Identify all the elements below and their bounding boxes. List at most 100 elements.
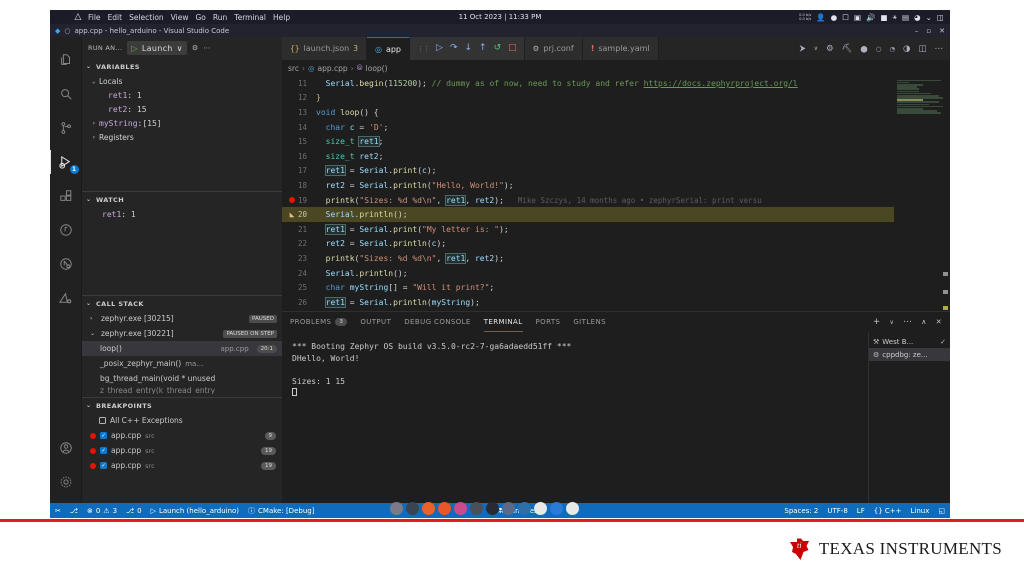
variables-group-locals[interactable]: ⌄ Locals xyxy=(82,74,282,88)
grip-icon[interactable]: ⋮⋮ xyxy=(417,45,430,53)
continue-button[interactable]: ▷ xyxy=(436,44,443,53)
section-watch-header[interactable]: ⌄ WATCH xyxy=(82,192,282,207)
breakpoint-row[interactable]: ✓ app.cpp src 19 xyxy=(82,458,282,473)
terminal-dropdown-button[interactable]: ∨ xyxy=(890,319,895,326)
variables-group-registers[interactable]: › Registers xyxy=(82,130,282,144)
step-over-button[interactable]: ↷ xyxy=(450,44,458,53)
status-language-mode[interactable]: {} C++ xyxy=(874,507,902,515)
menu-go[interactable]: Go xyxy=(195,13,205,22)
tab-launch-json[interactable]: {} launch.json 3 xyxy=(282,37,367,60)
menu-view[interactable]: View xyxy=(171,13,189,22)
coverage-icon[interactable]: ◑ xyxy=(903,44,910,54)
taskbar-app-icon[interactable] xyxy=(438,501,451,515)
callstack-frame[interactable]: _posix_zephyr_main() ma… xyxy=(82,356,282,371)
taskbar-app-icon[interactable] xyxy=(550,501,563,515)
checkbox-icon[interactable] xyxy=(99,417,106,424)
taskbar-app-icon[interactable] xyxy=(502,501,515,515)
code-line[interactable]: 16 size_t ret2; xyxy=(282,149,894,164)
tab-output[interactable]: OUTPUT xyxy=(360,312,391,332)
more-actions-icon[interactable]: ⋯ xyxy=(935,44,944,54)
variable-ret2[interactable]: ret2: 15 xyxy=(82,102,282,116)
close-button[interactable]: ✕ xyxy=(939,27,945,35)
section-breakpoints-header[interactable]: ⌄ BREAKPOINTS xyxy=(82,398,282,413)
close-panel-button[interactable]: ✕ xyxy=(936,318,942,326)
battery-icon[interactable]: ■ xyxy=(880,13,887,22)
menu-help[interactable]: Help xyxy=(273,13,290,22)
callstack-thread[interactable]: › zephyr.exe [30215] PAUSED xyxy=(82,311,282,326)
activity-item-platformio[interactable] xyxy=(50,281,82,315)
callstack-frame[interactable]: loop() app.cpp 20:1 xyxy=(82,341,282,356)
arch-linux-icon[interactable]: △ xyxy=(72,11,84,23)
code-line[interactable]: 11 Serial.begin(115200); // dummy as of … xyxy=(282,76,894,91)
code-line[interactable]: 23 printk("Sizes: %d %d\n", ret1, ret2); xyxy=(282,251,894,266)
taskbar-app-icon[interactable] xyxy=(534,501,547,515)
code-line[interactable]: 18 ret2 = Serial.println("Hello, World!"… xyxy=(282,178,894,193)
menu-edit[interactable]: Edit xyxy=(108,13,123,22)
tab-terminal[interactable]: TERMINAL xyxy=(483,312,523,332)
new-terminal-button[interactable]: + xyxy=(873,317,881,327)
section-variables-header[interactable]: ⌄ VARIABLES xyxy=(82,59,282,74)
code-lines[interactable]: 11 Serial.begin(115200); // dummy as of … xyxy=(282,76,894,311)
edit-breakpoint-icon[interactable]: ◔ xyxy=(889,45,895,53)
menu-file[interactable]: File xyxy=(88,13,101,22)
checkbox-icon[interactable]: ✓ xyxy=(100,432,107,439)
code-line[interactable]: 12} xyxy=(282,91,894,106)
terminal-output[interactable]: *** Booting Zephyr OS build v3.5.0-rc2-7… xyxy=(282,332,868,503)
stop-button[interactable]: □ xyxy=(508,44,517,53)
launch-config-dropdown[interactable]: ▷ Launch ∨ xyxy=(127,41,187,55)
restart-button[interactable]: ↺ xyxy=(494,44,502,53)
clipboard-icon[interactable]: ▣ xyxy=(854,13,861,22)
minimize-button[interactable]: – xyxy=(915,27,919,35)
minimap-scrollbar[interactable] xyxy=(943,76,948,311)
activity-item-explorer[interactable] xyxy=(50,43,82,77)
code-line[interactable]: ◣ 20 Serial.println(); xyxy=(282,207,894,222)
breadcrumb-folder[interactable]: src xyxy=(288,64,299,73)
code-line[interactable]: 24 Serial.println(); xyxy=(282,266,894,281)
status-branch[interactable]: ⎇ xyxy=(70,507,78,515)
status-indentation[interactable]: Spaces: 2 xyxy=(784,507,818,515)
step-out-button[interactable]: ↑ xyxy=(479,44,487,53)
window-controls[interactable]: – ▫ ✕ xyxy=(915,27,945,35)
code-line[interactable]: 19 printk("Sizes: %d %d\n", ret1, ret2);… xyxy=(282,193,894,208)
volume-icon[interactable]: 🔊 xyxy=(866,13,875,22)
taskbar-app-icon[interactable] xyxy=(486,501,499,515)
os-taskbar-icons[interactable] xyxy=(390,500,579,516)
taskbar-app-icon[interactable] xyxy=(422,501,435,515)
debug-settings-gear-icon[interactable]: ⚙ xyxy=(192,44,199,52)
activity-item-extensions[interactable] xyxy=(50,179,82,213)
status-launch-config[interactable]: ▷ Launch (hello_arduino) xyxy=(151,507,239,515)
callstack-frame[interactable]: z_thread_entry(k_thread_entry xyxy=(82,386,282,394)
tab-prj-conf[interactable]: ⚙ prj.conf xyxy=(524,37,583,60)
shield-icon[interactable]: ● xyxy=(831,13,838,22)
taskbar-app-icon[interactable] xyxy=(406,501,419,515)
os-menu-bar[interactable]: File Edit Selection View Go Run Terminal… xyxy=(88,13,290,22)
os-system-tray[interactable]: 0.0 b/s 0.0 b/s 👤 ● ☐ ▣ 🔊 ■ ⚹ ▤ ◕ ⌄ ◫ xyxy=(799,12,944,22)
activity-item-testing[interactable] xyxy=(50,213,82,247)
code-line[interactable]: 21 ret1 = Serial.print("My letter is: ")… xyxy=(282,222,894,237)
display-icon[interactable]: ▤ xyxy=(902,13,909,22)
bluetooth-icon[interactable]: ⚹ xyxy=(892,12,897,22)
status-notifications[interactable]: ◱ xyxy=(938,507,945,515)
disable-breakpoint-icon[interactable]: ○ xyxy=(876,45,882,53)
activity-item-settings[interactable] xyxy=(50,465,82,499)
code-line[interactable]: 26 ret1 = Serial.println(myString); xyxy=(282,295,894,310)
taskbar-app-icon[interactable] xyxy=(566,501,579,515)
activity-item-run-and-debug[interactable]: 1 xyxy=(49,145,82,179)
tab-debug-console[interactable]: DEBUG CONSOLE xyxy=(404,312,471,332)
status-platform[interactable]: Linux xyxy=(911,507,930,515)
taskbar-app-icon[interactable] xyxy=(470,501,483,515)
panel-more-actions-button[interactable]: ⋯ xyxy=(903,317,912,327)
gutter-current-line-icon[interactable]: ◣ xyxy=(286,207,298,222)
checkbox-icon[interactable]: ✓ xyxy=(100,447,107,454)
callstack-thread[interactable]: ⌄ zephyr.exe [30221] PAUSED ON STEP xyxy=(82,326,282,341)
split-editor-icon[interactable]: ◫ xyxy=(918,44,926,54)
maximize-panel-button[interactable]: ∧ xyxy=(921,318,927,326)
status-ports[interactable]: ⎇ 0 xyxy=(126,507,142,515)
tab-gitlens[interactable]: GITLENS xyxy=(573,312,606,332)
tab-ports[interactable]: PORTS xyxy=(536,312,561,332)
add-breakpoint-icon[interactable]: ⬤ xyxy=(860,45,867,53)
code-line[interactable]: 15 size_t ret1; xyxy=(282,134,894,149)
maximize-button[interactable]: ▫ xyxy=(926,27,931,35)
status-remote[interactable]: ✂ xyxy=(55,507,61,515)
menu-run[interactable]: Run xyxy=(213,13,227,22)
